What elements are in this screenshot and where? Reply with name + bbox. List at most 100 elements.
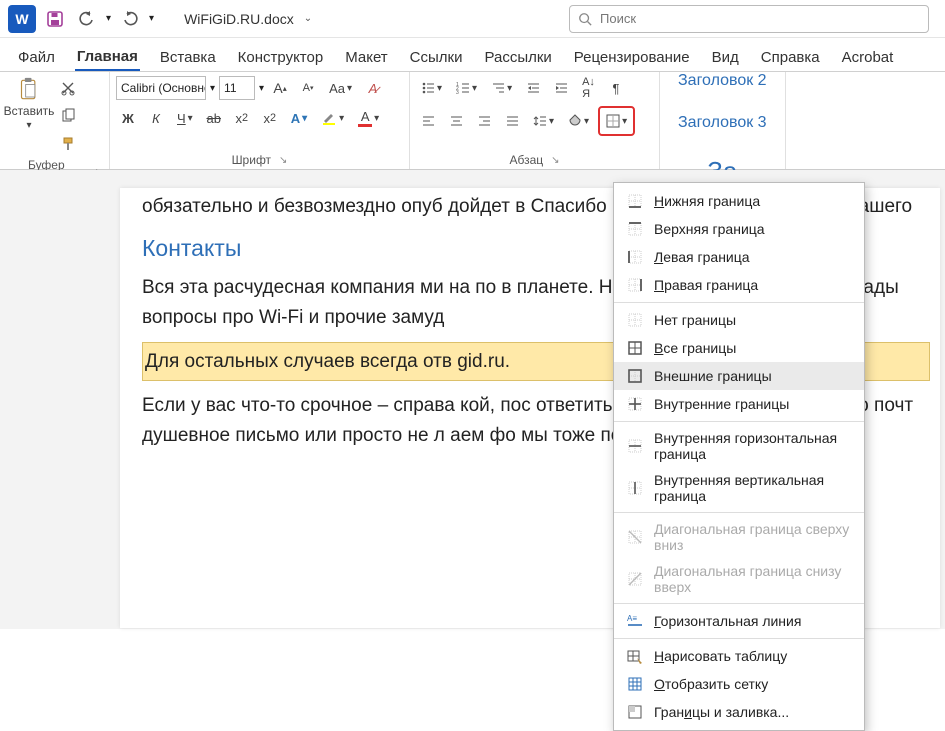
borders-menu-item[interactable]: Левая граница <box>614 243 864 271</box>
subscript-button[interactable]: x2 <box>230 106 254 130</box>
group-font-label: Шрифт <box>232 153 271 167</box>
tab-acrobat[interactable]: Acrobat <box>840 45 896 70</box>
menu-item-label: Верхняя граница <box>654 221 765 237</box>
underline-button[interactable]: Ч ▾ <box>172 106 198 130</box>
highlight-color-icon[interactable]: ▾ <box>316 106 349 130</box>
multilevel-icon[interactable]: ▾ <box>486 76 517 100</box>
strikethrough-button[interactable]: ab <box>202 106 226 130</box>
line-spacing-icon[interactable]: ▾ <box>528 109 559 133</box>
tab-help[interactable]: Справка <box>759 45 822 70</box>
borders-menu-item[interactable]: Нет границы <box>614 306 864 334</box>
borders-menu-item[interactable]: Внутренние границы <box>614 390 864 418</box>
decrease-indent-icon[interactable] <box>521 76 545 100</box>
app-logo: W <box>8 5 36 33</box>
border-left-icon <box>626 248 644 266</box>
border-inside-icon <box>626 395 644 413</box>
grow-font-icon[interactable]: A▴ <box>268 76 292 100</box>
borders-menu-item[interactable]: A≡Горизонтальная линия <box>614 607 864 635</box>
tab-home[interactable]: Главная <box>75 44 140 71</box>
sort-icon[interactable]: А↓Я <box>577 76 600 100</box>
font-color-icon[interactable]: A▾ <box>353 106 384 130</box>
tab-mailings[interactable]: Рассылки <box>482 45 553 70</box>
align-right-icon[interactable] <box>472 109 496 133</box>
italic-button[interactable]: К <box>144 106 168 130</box>
style-heading2[interactable]: Заголовок 2 <box>678 72 767 90</box>
show-marks-icon[interactable]: ¶ <box>604 76 628 100</box>
borders-button-highlight: ▾ <box>598 106 635 136</box>
filename-chevron-icon[interactable]: ⌄ <box>304 13 312 24</box>
tab-insert[interactable]: Вставка <box>158 45 218 70</box>
font-name-chevron-icon[interactable]: ▾ <box>210 83 215 94</box>
superscript-button[interactable]: x2 <box>258 106 282 130</box>
borders-menu-item[interactable]: Внешние границы <box>614 362 864 390</box>
increase-indent-icon[interactable] <box>549 76 573 100</box>
search-placeholder: Поиск <box>600 11 636 26</box>
clear-format-icon[interactable]: A̷ <box>361 76 385 100</box>
align-center-icon[interactable] <box>444 109 468 133</box>
borders-button[interactable]: ▾ <box>601 109 632 133</box>
font-size-chevron-icon[interactable]: ▾ <box>259 83 264 94</box>
qat-more-chevron-icon[interactable]: ▾ <box>149 13 154 24</box>
cut-icon[interactable] <box>56 76 80 100</box>
filename[interactable]: WiFiGiD.RU.docx <box>184 11 294 27</box>
dropdown-separator <box>614 421 864 422</box>
dropdown-separator <box>614 638 864 639</box>
borders-menu-item[interactable]: Верхняя граница <box>614 215 864 243</box>
font-name-combo[interactable]: Calibri (Основной <box>116 76 206 100</box>
borders-menu-item[interactable]: Внутренняя вертикальная граница <box>614 467 864 509</box>
font-size-combo[interactable]: 11 <box>219 76 255 100</box>
tab-design[interactable]: Конструктор <box>236 45 326 70</box>
bold-button[interactable]: Ж <box>116 106 140 130</box>
undo-chevron-icon[interactable]: ▾ <box>106 13 111 24</box>
border-diag1-icon <box>626 528 644 546</box>
justify-icon[interactable] <box>500 109 524 133</box>
borders-menu-item[interactable]: Все границы <box>614 334 864 362</box>
paragraph-launcher-icon[interactable]: ↘ <box>551 155 559 166</box>
borders-dropdown: Нижняя граница Верхняя граница Левая грани… <box>613 182 865 731</box>
redo-icon[interactable] <box>117 6 143 32</box>
numbering-icon[interactable]: 123▾ <box>451 76 482 100</box>
borders-menu-item[interactable]: Нарисовать таблицу <box>614 642 864 670</box>
border-right-icon <box>626 276 644 294</box>
dropdown-separator <box>614 302 864 303</box>
change-case-icon[interactable]: Aa ▾ <box>324 76 357 100</box>
search-input[interactable]: Поиск <box>569 5 929 33</box>
shading-icon[interactable]: ▾ <box>563 109 594 133</box>
save-icon[interactable] <box>42 6 68 32</box>
borders-menu-item[interactable]: Границы и заливка... <box>614 698 864 726</box>
border-ih-icon <box>626 437 644 455</box>
menu-item-label: Правая граница <box>654 277 758 293</box>
text-effects-icon[interactable]: A ▾ <box>286 106 312 130</box>
style-heading3[interactable]: Заголовок 3 <box>678 114 767 132</box>
borders-menu-item[interactable]: Правая граница <box>614 271 864 299</box>
menu-item-label: Внутренняя вертикальная граница <box>654 472 852 504</box>
borders-menu-item[interactable]: Нижняя граница <box>614 187 864 215</box>
format-painter-icon[interactable] <box>56 132 80 156</box>
undo-icon[interactable] <box>74 6 100 32</box>
tab-review[interactable]: Рецензирование <box>572 45 692 70</box>
menu-item-label: Внешние границы <box>654 368 772 384</box>
borders-menu-item[interactable]: Внутренняя горизонтальная граница <box>614 425 864 467</box>
align-left-icon[interactable] <box>416 109 440 133</box>
tab-layout[interactable]: Макет <box>343 45 389 70</box>
tab-references[interactable]: Ссылки <box>408 45 465 70</box>
tab-file[interactable]: Файл <box>16 45 57 70</box>
borders-menu-item: Диагональная граница сверху вниз <box>614 516 864 558</box>
shrink-font-icon[interactable]: A▾ <box>296 76 320 100</box>
copy-icon[interactable] <box>56 104 80 128</box>
search-icon <box>578 12 592 26</box>
paste-button[interactable]: Вставить ▾ <box>6 76 52 132</box>
borders-menu-item[interactable]: Отобразить сетку <box>614 670 864 698</box>
font-launcher-icon[interactable]: ↘ <box>279 155 287 166</box>
bullets-icon[interactable]: ▾ <box>416 76 447 100</box>
svg-text:A≡: A≡ <box>627 614 637 623</box>
menu-item-label: Границы и заливка... <box>654 704 789 720</box>
group-paragraph-label: Абзац <box>509 153 543 167</box>
group-font: Calibri (Основной ▾ 11 ▾ A▴ A▾ Aa ▾ A̷ Ж… <box>110 72 410 169</box>
menu-item-label: Внутренние границы <box>654 396 789 412</box>
dropdown-separator <box>614 512 864 513</box>
border-outside-icon <box>626 367 644 385</box>
menu-item-label: Отобразить сетку <box>654 676 768 692</box>
group-styles: Заголовок 2 Заголовок 3 За <box>660 72 786 169</box>
tab-view[interactable]: Вид <box>710 45 741 70</box>
